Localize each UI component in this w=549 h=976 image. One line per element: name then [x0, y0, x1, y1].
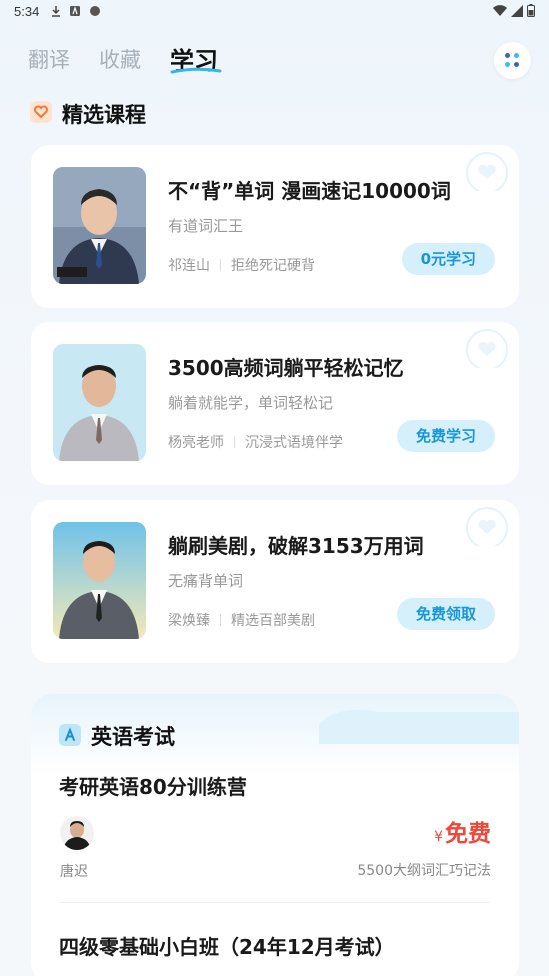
teacher-name: 唐迟 [60, 864, 88, 880]
divider [59, 902, 491, 903]
heart-badge-icon [30, 101, 52, 123]
tab-translate[interactable]: 翻译 [28, 44, 70, 74]
section-title-featured: 精选课程 [62, 103, 146, 127]
course-subtitle: 有道词汇王 [168, 217, 244, 235]
course-title: 不“背”单词 漫画速记10000词 [168, 179, 451, 203]
status-time: 5:34 [14, 4, 40, 19]
exam-course-title[interactable]: 四级零基础小白班（24年12月考试） [59, 931, 395, 960]
course-teacher: 梁焕臻 [168, 613, 210, 629]
course-tag: 沉浸式语境伴学 [245, 435, 343, 451]
course-tag: 精选百部美剧 [231, 613, 315, 629]
price-value: 免费 [445, 821, 491, 847]
section-title-exam: 英语考试 [91, 725, 175, 749]
exam-panel: 英语考试 考研英语80分训练营 唐迟 ¥免费 5500大纲词汇巧记法 四级零基础… [31, 694, 519, 976]
download-icon [52, 6, 60, 17]
exam-a-icon [59, 724, 81, 746]
course-cta-button[interactable]: 0元学习 [401, 243, 495, 275]
course-cta-button[interactable]: 免费学习 [396, 420, 495, 452]
course-meta: 梁焕臻 精选百部美剧 [168, 610, 315, 630]
course-meta: 祁连山 拒绝死记硬背 [168, 255, 315, 275]
status-bar: 5:34 [0, 0, 549, 24]
course-tag: 拒绝死记硬背 [231, 258, 315, 274]
panel-wave-decoration [319, 709, 519, 744]
meta-divider [220, 614, 221, 626]
course-card[interactable]: 3500高频词躺平轻松记忆 躺着就能学，单词轻松记 杨亮老师 沉浸式语境伴学 免… [31, 322, 519, 485]
exam-course-desc: 5500大纲词汇巧记法 [357, 863, 491, 879]
course-meta: 杨亮老师 沉浸式语境伴学 [168, 432, 343, 452]
heart-bubble-icon [466, 152, 508, 191]
meta-divider [234, 436, 235, 448]
course-thumbnail [53, 522, 146, 639]
wifi-icon [493, 4, 507, 16]
battery-icon [527, 4, 535, 17]
course-card[interactable]: 不“背”单词 漫画速记10000词 有道词汇王 祁连山 拒绝死记硬背 0元学习 [31, 145, 519, 308]
active-tab-underline [170, 67, 222, 74]
heart-bubble-icon [466, 507, 508, 546]
course-card[interactable]: 躺刷美剧，破解3153万用词 无痛背单词 梁焕臻 精选百部美剧 免费领取 [31, 500, 519, 663]
price-label: ¥免费 [434, 814, 491, 848]
app-a-icon [70, 6, 80, 16]
meta-divider [220, 259, 221, 271]
exam-course-title[interactable]: 考研英语80分训练营 [59, 771, 247, 800]
app-round-icon [90, 6, 100, 16]
course-title: 3500高频词躺平轻松记忆 [168, 356, 404, 380]
tab-favorites[interactable]: 收藏 [99, 44, 141, 74]
avatar [60, 816, 94, 850]
heart-bubble-icon [466, 329, 508, 368]
course-subtitle: 躺着就能学，单词轻松记 [168, 394, 334, 412]
menu-button[interactable] [494, 42, 531, 79]
course-subtitle: 无痛背单词 [168, 572, 244, 590]
course-teacher: 杨亮老师 [168, 435, 224, 451]
course-title: 躺刷美剧，破解3153万用词 [168, 534, 424, 558]
course-thumbnail [53, 167, 146, 284]
course-teacher: 祁连山 [168, 258, 210, 274]
currency-symbol: ¥ [434, 829, 443, 845]
signal-icon [511, 4, 523, 17]
course-thumbnail [53, 344, 146, 461]
course-cta-button[interactable]: 免费领取 [396, 598, 495, 630]
